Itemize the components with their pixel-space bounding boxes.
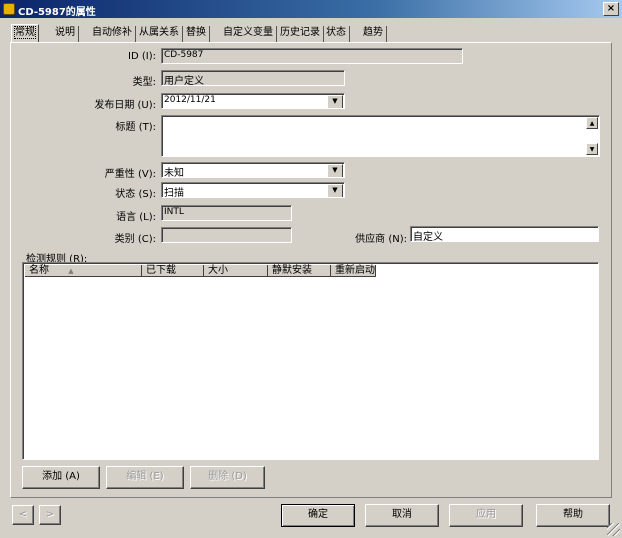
app-icon	[3, 3, 15, 15]
release-date-value: 2012/11/21	[164, 95, 216, 105]
column-header-downloaded[interactable]: 已下载	[142, 265, 204, 277]
status-value: 扫描	[164, 188, 184, 198]
column-header-size[interactable]: 大小	[204, 265, 268, 277]
window-title: CD-5987的属性	[18, 7, 96, 18]
cancel-button[interactable]: 取消	[365, 504, 439, 527]
severity-select[interactable]: 未知 ▼	[161, 162, 345, 178]
chevron-down-icon[interactable]: ▼	[327, 164, 343, 177]
apply-button[interactable]: 应用	[449, 504, 523, 527]
language-label: 语言 (L):	[116, 212, 156, 223]
language-field[interactable]: INTL	[161, 205, 292, 221]
title-bar[interactable]: CD-5987的属性 ×	[0, 0, 622, 18]
severity-label: 严重性 (V):	[104, 169, 156, 180]
release-date-label: 发布日期 (U):	[94, 100, 156, 111]
status-label: 状态 (S):	[115, 189, 156, 200]
type-label: 类型:	[132, 77, 156, 88]
tab-auto-patch[interactable]: 自动修补	[89, 26, 136, 42]
type-field[interactable]: 用户定义	[161, 70, 345, 86]
chevron-down-icon[interactable]: ▼	[327, 184, 343, 197]
ok-button[interactable]: 确定	[281, 504, 355, 527]
tab-status[interactable]: 状态	[323, 26, 350, 42]
title-label: 标题 (T):	[115, 122, 156, 133]
edit-rule-button[interactable]: 编辑 (E)	[106, 466, 184, 489]
chevron-down-icon[interactable]: ▼	[327, 95, 343, 108]
severity-value: 未知	[164, 168, 184, 178]
title-textarea[interactable]	[161, 115, 600, 157]
close-button[interactable]: ×	[603, 2, 619, 16]
add-rule-button[interactable]: 添加 (A)	[22, 466, 100, 489]
tab-general[interactable]: 常规	[11, 24, 39, 43]
scroll-up-icon[interactable]: ▲	[586, 117, 598, 129]
help-button[interactable]: 帮助	[536, 504, 610, 527]
tab-general-label: 常规	[14, 26, 36, 39]
resize-grip-icon[interactable]	[607, 523, 620, 536]
release-date-picker[interactable]: 2012/11/21 ▼	[161, 93, 345, 109]
vendor-label: 供应商 (N):	[355, 234, 407, 245]
column-header-silent-install[interactable]: 静默安装	[268, 265, 331, 277]
tab-history[interactable]: 历史记录	[277, 26, 324, 42]
tab-replace[interactable]: 替换	[183, 26, 210, 42]
tab-dependencies[interactable]: 从属关系	[136, 26, 183, 42]
delete-rule-button[interactable]: 删除 (D)	[190, 466, 265, 489]
scroll-down-icon[interactable]: ▼	[586, 143, 598, 155]
column-name-label: 名称	[29, 265, 49, 276]
id-label: ID (I):	[128, 51, 156, 62]
tab-trend[interactable]: 趋势	[360, 26, 387, 42]
next-button[interactable]: >	[39, 505, 61, 525]
column-header-name[interactable]: 名称 ▲	[25, 265, 142, 277]
column-header-reboot[interactable]: 重新启动	[331, 265, 376, 277]
id-field[interactable]: CD-5987	[161, 48, 463, 64]
tab-custom-variables[interactable]: 自定义变量	[220, 26, 277, 42]
detection-rules-list[interactable]: 名称 ▲ 已下载 大小 静默安装 重新启动	[22, 262, 599, 460]
sort-ascending-icon: ▲	[68, 267, 74, 275]
tab-description[interactable]: 说明	[52, 26, 79, 42]
status-select[interactable]: 扫描 ▼	[161, 182, 345, 198]
previous-button[interactable]: <	[12, 505, 34, 525]
vendor-field[interactable]: 自定义	[410, 226, 599, 242]
category-label: 类别 (C):	[114, 234, 156, 245]
category-field[interactable]	[161, 227, 292, 243]
